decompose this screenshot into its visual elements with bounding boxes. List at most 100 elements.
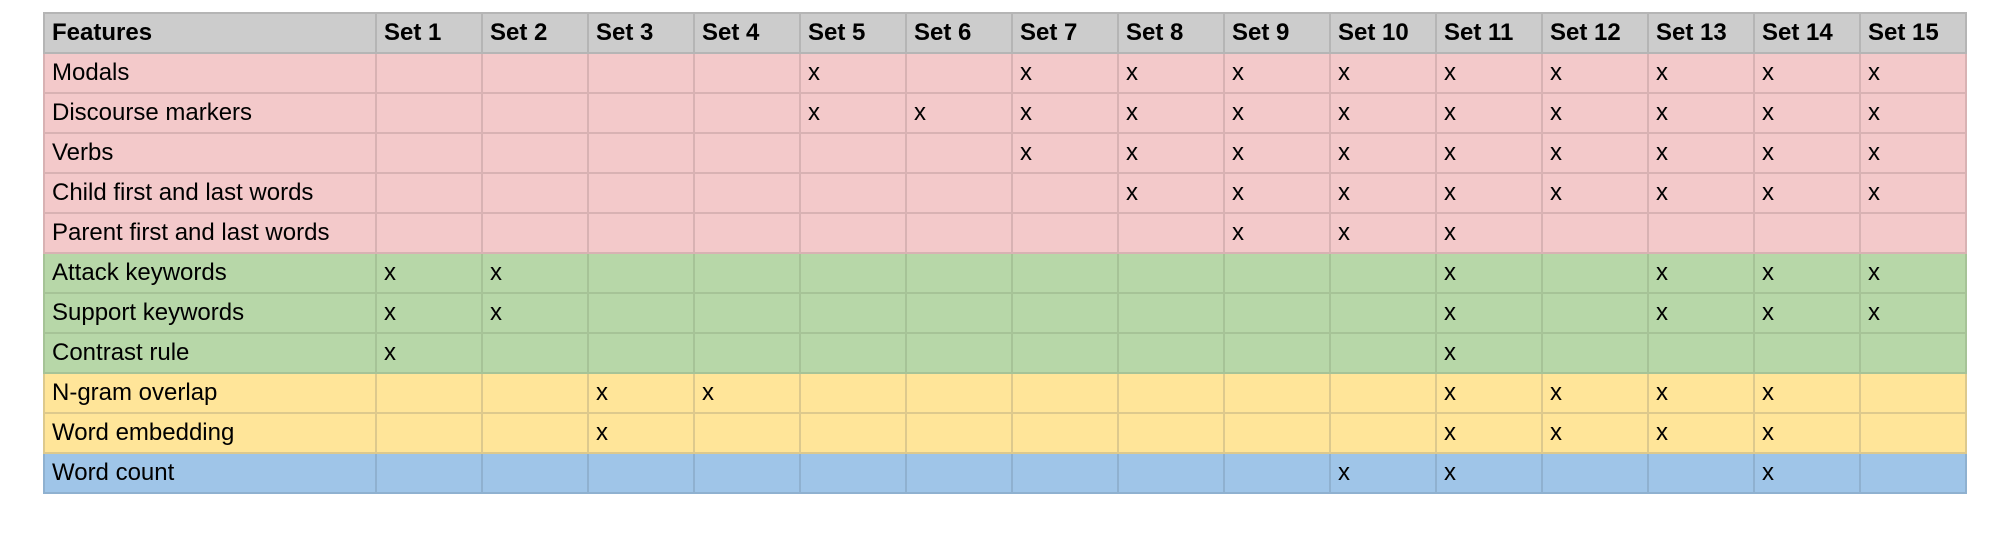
set-9-cell xyxy=(1223,332,1331,374)
set-15-cell: x xyxy=(1859,132,1967,174)
header-set-13: Set 13 xyxy=(1647,12,1755,54)
set-7-cell xyxy=(1011,452,1119,494)
set-1-cell xyxy=(375,452,483,494)
set-7-cell xyxy=(1011,292,1119,334)
set-2-cell xyxy=(481,332,589,374)
header-set-11: Set 11 xyxy=(1435,12,1543,54)
header-set-1: Set 1 xyxy=(375,12,483,54)
set-3-cell xyxy=(587,212,695,254)
set-8-cell: x xyxy=(1117,132,1225,174)
set-14-cell xyxy=(1753,212,1861,254)
set-7-cell: x xyxy=(1011,92,1119,134)
set-15-cell: x xyxy=(1859,52,1967,94)
set-2-cell: x xyxy=(481,292,589,334)
header-set-7: Set 7 xyxy=(1011,12,1119,54)
set-8-cell xyxy=(1117,212,1225,254)
set-11-cell: x xyxy=(1435,52,1543,94)
set-6-cell xyxy=(905,332,1013,374)
set-13-cell: x xyxy=(1647,172,1755,214)
set-14-cell xyxy=(1753,332,1861,374)
set-10-cell: x xyxy=(1329,172,1437,214)
table-row: Word embedding x x x x x xyxy=(43,412,1967,454)
set-12-cell xyxy=(1541,292,1649,334)
table-row: Discourse markers x x x x x x x x x x x xyxy=(43,92,1967,134)
header-row: Features Set 1 Set 2 Set 3 Set 4 Set 5 S… xyxy=(43,12,1967,54)
set-7-cell: x xyxy=(1011,52,1119,94)
set-12-cell xyxy=(1541,332,1649,374)
set-14-cell: x xyxy=(1753,172,1861,214)
set-7-cell xyxy=(1011,252,1119,294)
set-2-cell xyxy=(481,452,589,494)
set-9-cell: x xyxy=(1223,92,1331,134)
set-9-cell xyxy=(1223,292,1331,334)
set-9-cell: x xyxy=(1223,52,1331,94)
feature-label: Contrast rule xyxy=(43,332,377,374)
set-6-cell xyxy=(905,252,1013,294)
set-5-cell xyxy=(799,412,907,454)
set-13-cell xyxy=(1647,452,1755,494)
set-1-cell xyxy=(375,212,483,254)
set-5-cell xyxy=(799,172,907,214)
set-5-cell xyxy=(799,292,907,334)
set-15-cell: x xyxy=(1859,252,1967,294)
set-7-cell xyxy=(1011,412,1119,454)
set-1-cell xyxy=(375,92,483,134)
set-4-cell xyxy=(693,172,801,214)
set-2-cell xyxy=(481,412,589,454)
set-11-cell: x xyxy=(1435,372,1543,414)
set-11-cell: x xyxy=(1435,292,1543,334)
set-8-cell: x xyxy=(1117,52,1225,94)
set-8-cell xyxy=(1117,372,1225,414)
set-12-cell: x xyxy=(1541,92,1649,134)
set-6-cell: x xyxy=(905,92,1013,134)
set-10-cell: x xyxy=(1329,212,1437,254)
set-13-cell: x xyxy=(1647,252,1755,294)
table-row: Word count x x x xyxy=(43,452,1967,494)
set-10-cell: x xyxy=(1329,92,1437,134)
set-1-cell xyxy=(375,172,483,214)
set-10-cell xyxy=(1329,412,1437,454)
set-15-cell xyxy=(1859,372,1967,414)
set-8-cell xyxy=(1117,252,1225,294)
set-15-cell xyxy=(1859,452,1967,494)
set-10-cell xyxy=(1329,372,1437,414)
header-set-5: Set 5 xyxy=(799,12,907,54)
set-11-cell: x xyxy=(1435,332,1543,374)
header-set-3: Set 3 xyxy=(587,12,695,54)
set-9-cell xyxy=(1223,252,1331,294)
set-9-cell: x xyxy=(1223,172,1331,214)
set-9-cell xyxy=(1223,372,1331,414)
table-row: Child first and last words x x x x x x x x xyxy=(43,172,1967,214)
set-10-cell: x xyxy=(1329,452,1437,494)
set-10-cell: x xyxy=(1329,52,1437,94)
table-row: Modals x x x x x x x x x x xyxy=(43,52,1967,94)
set-2-cell xyxy=(481,52,589,94)
set-11-cell: x xyxy=(1435,452,1543,494)
set-12-cell: x xyxy=(1541,52,1649,94)
set-5-cell: x xyxy=(799,92,907,134)
table-row: Verbs x x x x x x x x x xyxy=(43,132,1967,174)
set-6-cell xyxy=(905,372,1013,414)
set-12-cell xyxy=(1541,212,1649,254)
set-12-cell xyxy=(1541,452,1649,494)
set-5-cell xyxy=(799,452,907,494)
feature-label: Attack keywords xyxy=(43,252,377,294)
set-13-cell xyxy=(1647,212,1755,254)
header-set-6: Set 6 xyxy=(905,12,1013,54)
set-3-cell xyxy=(587,292,695,334)
set-12-cell: x xyxy=(1541,412,1649,454)
set-14-cell: x xyxy=(1753,372,1861,414)
set-3-cell xyxy=(587,52,695,94)
table-body: Modals x x x x x x x x x x Discourse markers x x x x x x x… xyxy=(43,52,1967,494)
set-15-cell: x xyxy=(1859,92,1967,134)
table-header: Features Set 1 Set 2 Set 3 Set 4 Set 5 S… xyxy=(43,12,1967,54)
set-5-cell xyxy=(799,332,907,374)
set-15-cell xyxy=(1859,332,1967,374)
set-4-cell xyxy=(693,132,801,174)
set-4-cell: x xyxy=(693,372,801,414)
set-1-cell: x xyxy=(375,292,483,334)
set-14-cell: x xyxy=(1753,292,1861,334)
set-3-cell xyxy=(587,92,695,134)
set-9-cell: x xyxy=(1223,212,1331,254)
set-4-cell xyxy=(693,412,801,454)
